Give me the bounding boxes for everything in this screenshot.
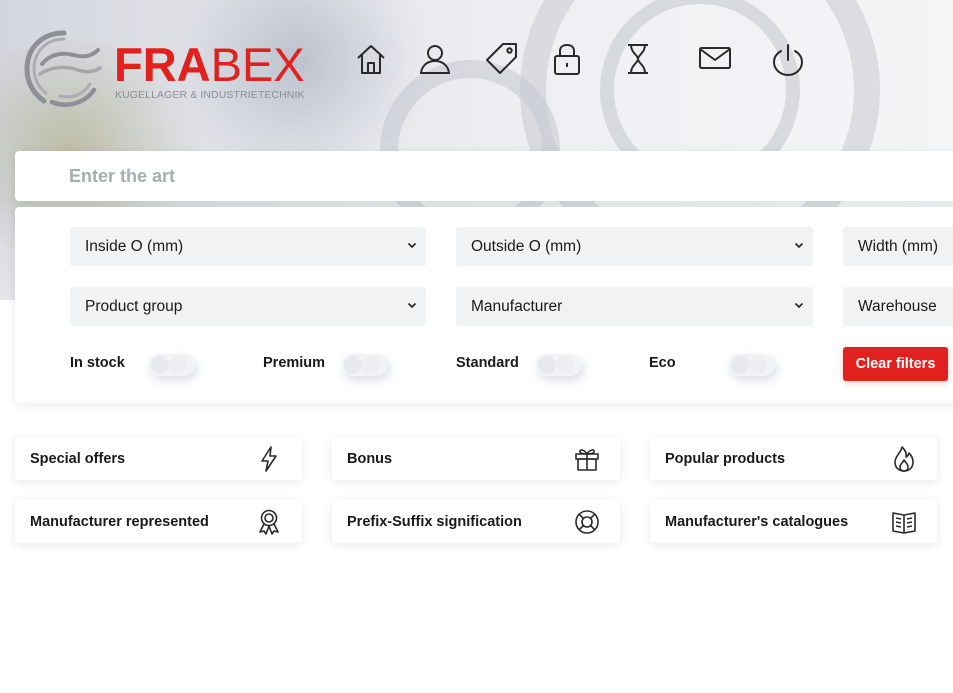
in-stock-label: In stock [70,355,125,371]
warehouse-select[interactable]: Warehouse [843,287,953,326]
inside-diameter-select[interactable]: Inside O (mm) [70,227,426,266]
premium-label: Premium [263,355,326,371]
toggle-knob [731,356,749,374]
manufacturer-represented-card[interactable]: Manufacturer represented [15,500,302,543]
lock-icon[interactable] [549,41,585,77]
toggle-knob [362,356,380,374]
toggle-knob [538,356,556,374]
tag-icon[interactable] [484,40,520,76]
card-label: Popular products [665,450,786,467]
bonus-card[interactable]: Bonus [332,437,620,480]
gift-icon [574,446,600,472]
card-label: Manufacturer's catalogues [665,513,849,530]
select-label: Width (mm) [858,237,939,255]
manufacturer-select[interactable]: Manufacturer [456,287,813,326]
toggle-knob [151,356,169,374]
search-bar [15,151,953,201]
special-offers-card[interactable]: Special offers [15,437,302,480]
card-label: Prefix-Suffix signification [347,513,522,530]
standard-toggle[interactable] [536,354,582,376]
eco-toggle[interactable] [729,354,775,376]
user-icon[interactable] [417,41,453,77]
search-input[interactable] [69,161,929,191]
award-icon [256,509,282,535]
select-label: Outside O (mm) [471,237,582,255]
card-label: Manufacturer represented [30,513,209,530]
card-label: Bonus [347,450,393,467]
toggle-knob [169,356,187,374]
product-group-select[interactable]: Product group [70,287,426,326]
eco-toggle-group: Eco [649,345,829,385]
filters-panel: Inside O (mm) Outside O (mm) Width (mm) … [15,207,953,403]
toggle-knob [344,356,362,374]
brand-name: FRABEX [114,40,305,90]
toggle-knob [556,356,574,374]
chevron-down-icon [794,242,804,249]
in-stock-toggle-group: In stock [70,345,250,385]
brand-name-bold: FRA [114,38,211,91]
prefix-suffix-card[interactable]: Prefix-Suffix signification [332,500,620,543]
premium-toggle-group: Premium [263,345,443,385]
select-label: Inside O (mm) [85,237,184,255]
power-icon[interactable] [770,42,806,78]
chevron-down-icon [407,242,417,249]
width-select[interactable]: Width (mm) [843,227,953,266]
chevron-down-icon [794,302,804,309]
clear-filters-button[interactable]: Clear filters [843,347,948,381]
select-label: Manufacturer [471,297,563,315]
frabex-logo[interactable]: FRABEX KUGELLAGER & INDUSTRIETECHNIK [22,28,305,112]
hourglass-icon[interactable] [620,41,656,77]
logo-mark-icon [24,30,102,107]
toggle-knob [749,356,767,374]
card-label: Special offers [30,450,126,467]
standard-toggle-group: Standard [456,345,636,385]
popular-products-card[interactable]: Popular products [650,437,937,480]
lifebuoy-icon [574,509,600,535]
book-icon [891,509,917,535]
brand-tagline: KUGELLAGER & INDUSTRIETECHNIK [115,89,305,101]
premium-toggle[interactable] [342,354,388,376]
home-icon[interactable] [353,41,389,77]
manufacturers-catalogues-card[interactable]: Manufacturer's catalogues [650,500,937,543]
select-label: Warehouse [858,297,937,315]
in-stock-toggle[interactable] [149,354,195,376]
flame-icon [891,446,917,472]
eco-label: Eco [649,355,676,371]
brand-name-light: BEX [210,38,305,91]
chevron-down-icon [407,302,417,309]
select-label: Product group [85,297,183,315]
outside-diameter-select[interactable]: Outside O (mm) [456,227,813,266]
standard-label: Standard [456,355,519,371]
lightning-icon [256,446,282,472]
mail-icon[interactable] [697,40,733,76]
